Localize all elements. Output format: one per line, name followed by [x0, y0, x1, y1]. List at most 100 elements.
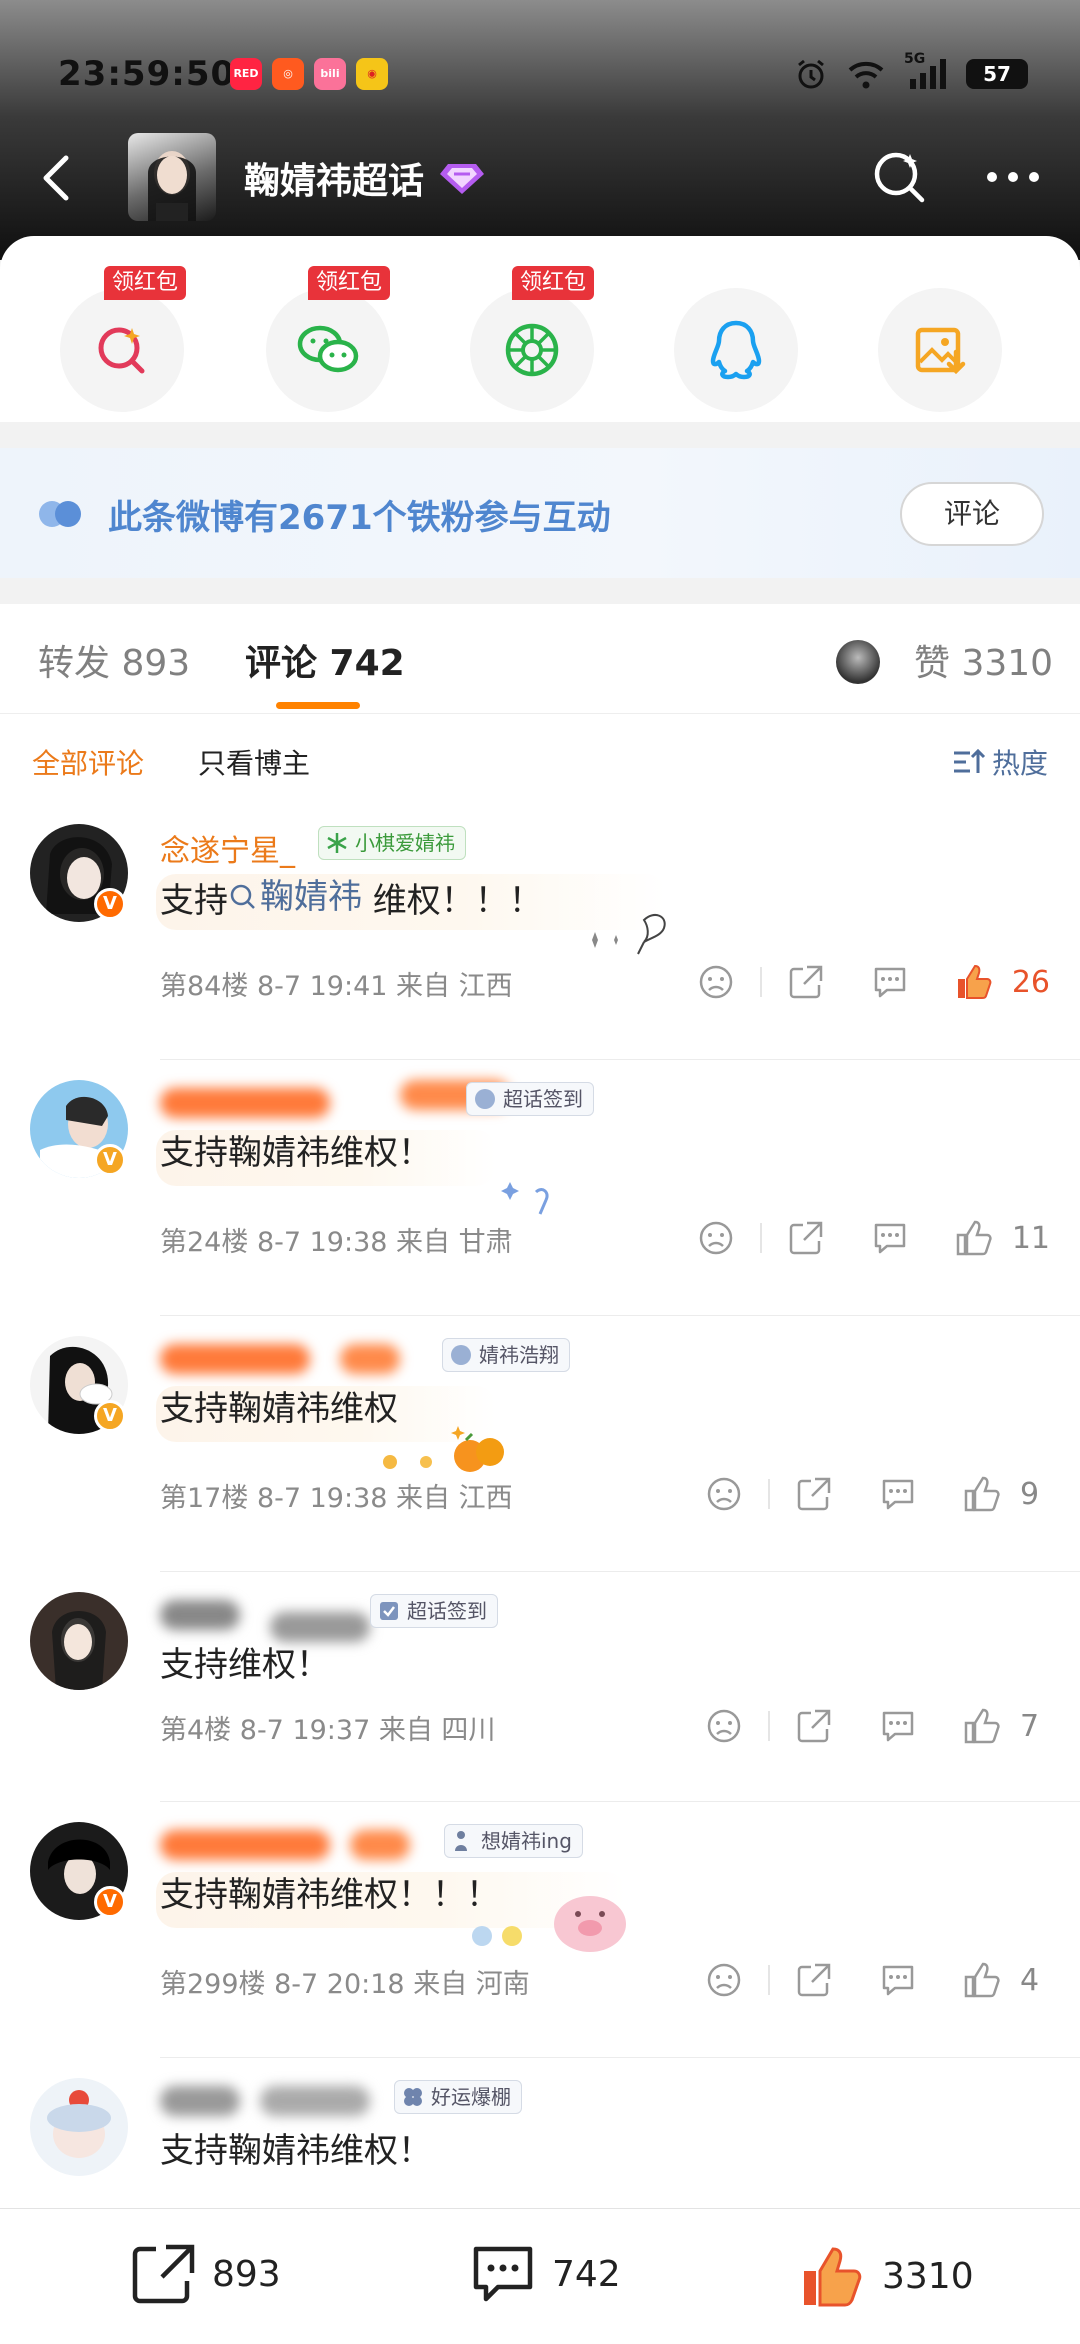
search-icon: [230, 884, 255, 909]
post-sheet: 领红包 领红包 领红包 此条微博有2671个铁粉参与互动 评论 转发 893 评…: [0, 236, 1080, 2344]
fan-icon: [39, 501, 81, 527]
sparkle-sticker: [501, 1182, 549, 1215]
like-button[interactable]: [958, 1470, 1006, 1518]
share-weibo-search[interactable]: [60, 288, 184, 412]
comment-button[interactable]: 评论: [900, 482, 1044, 546]
tab-comment[interactable]: 评论 742: [245, 634, 405, 686]
fan-tag[interactable]: 婧祎浩翔: [442, 1338, 570, 1372]
hongbao-badge: 领红包: [104, 266, 187, 300]
like-count: 11: [1011, 1220, 1050, 1256]
back-icon[interactable]: [30, 148, 90, 208]
comment-text: 支持鞠婧祎维权！: [160, 1133, 432, 1173]
fan-tag-label: 想婧祎ing: [481, 1829, 572, 1853]
search-icon[interactable]: [870, 148, 928, 206]
like-button[interactable]: [950, 958, 998, 1006]
comment-icon: [882, 1965, 914, 1996]
like-action[interactable]: 3310: [800, 2243, 974, 2309]
like-count: 3310: [882, 2255, 974, 2297]
topic-link-label: 鞠婧祎: [260, 877, 362, 917]
sort-hot[interactable]: 热度: [952, 742, 1048, 782]
fan-tag[interactable]: 想婧祎ing: [444, 1824, 583, 1858]
blurred-nickname: [350, 1830, 410, 1860]
thumb-up-icon: [804, 2247, 862, 2307]
dislike-button[interactable]: [700, 1702, 748, 1750]
comment-actions: 26: [692, 952, 1050, 1012]
hongbao-badge: 领红包: [512, 266, 595, 300]
comment-nickname[interactable]: 念遂宁星_: [160, 826, 295, 869]
reply-button[interactable]: [866, 1214, 914, 1262]
topic-avatar[interactable]: [128, 133, 216, 221]
blurred-nickname: [340, 1344, 400, 1374]
repost-button[interactable]: [782, 1214, 830, 1262]
dislike-button[interactable]: [692, 1214, 740, 1262]
comment-icon: [882, 1711, 914, 1742]
thumb-up-icon: [956, 1220, 992, 1256]
fan-banner-text: 此条微博有2671个铁粉参与互动: [108, 498, 611, 538]
weibo-search-share-icon: [98, 327, 145, 374]
nav-actions: [870, 148, 1042, 206]
repost-button[interactable]: [782, 958, 830, 1006]
verified-badge: V: [94, 1886, 126, 1918]
comment-item: 超话签到 支持维权！ 第4楼 8-7 19:37 来自 四川 7: [0, 1572, 1080, 1802]
reply-button[interactable]: [874, 1702, 922, 1750]
fan-tag[interactable]: 好运爆棚: [394, 2080, 522, 2114]
reply-button[interactable]: [874, 1956, 922, 2004]
comment-icon: [473, 2246, 533, 2302]
avatar[interactable]: [30, 1592, 128, 1690]
like-button[interactable]: [950, 1214, 998, 1262]
system-icons: 5G 57: [794, 51, 1028, 94]
filter-owner[interactable]: 只看博主: [198, 742, 310, 782]
comment-icon: [874, 1223, 906, 1254]
dislike-button[interactable]: [700, 1956, 748, 2004]
share-moments[interactable]: [470, 288, 594, 412]
avatar-icon: [475, 1089, 495, 1109]
tab-repost[interactable]: 转发 893: [38, 634, 190, 686]
checkin-icon: [380, 1602, 398, 1620]
dislike-button[interactable]: [700, 1470, 748, 1518]
separator: [0, 578, 1080, 604]
fan-tag[interactable]: 小棋爱婧祎: [318, 826, 466, 860]
like-button[interactable]: [958, 1702, 1006, 1750]
comment-text: 支持维权！: [160, 1645, 330, 1685]
nav-bar: 鞠婧祎超话: [0, 130, 1080, 230]
repost-button[interactable]: [790, 1470, 838, 1518]
fan-tag[interactable]: 超话签到: [370, 1594, 498, 1628]
save-image[interactable]: [878, 288, 1002, 412]
share-icon: [797, 1709, 831, 1743]
avatar[interactable]: [30, 2078, 128, 2176]
frown-icon: [699, 965, 733, 999]
repost-button[interactable]: [790, 1702, 838, 1750]
tab-like[interactable]: 赞 3310: [914, 634, 1053, 686]
reply-button[interactable]: [874, 1470, 922, 1518]
xiaohongshu-icon: RED: [230, 58, 262, 90]
comment-item: V 念遂宁星_ 小棋爱婧祎 支持 鞠婧祎 维权！！！ 第84楼 8-7 19:41…: [0, 804, 1080, 1060]
comment-action[interactable]: 742: [470, 2243, 621, 2305]
repost-button[interactable]: [790, 1956, 838, 2004]
repost-action[interactable]: 893: [130, 2243, 281, 2305]
fan-tag-label: 婧祎浩翔: [479, 1343, 559, 1367]
comment-meta: 第84楼 8-7 19:41 来自 江西: [160, 971, 513, 1002]
page-title: 鞠婧祎超话: [244, 161, 425, 202]
blurred-nickname: [160, 1088, 330, 1118]
filter-all[interactable]: 全部评论: [32, 742, 144, 782]
reply-button[interactable]: [866, 958, 914, 1006]
snowflake-icon: [327, 833, 347, 853]
topic-link[interactable]: 鞠婧祎: [228, 870, 362, 924]
comment-text: 支持 鞠婧祎 维权！！！: [160, 870, 583, 924]
dislike-button[interactable]: [692, 958, 740, 1006]
verified-badge: V: [94, 888, 126, 920]
person-icon: [455, 1831, 467, 1851]
fan-tag-label: 超话签到: [407, 1599, 487, 1623]
liker-avatar: [836, 640, 880, 684]
comment-item: V 想婧祎ing 支持鞠婧祎维权！！！ 第299楼 8-7 20:18 来自 河…: [0, 1802, 1080, 2058]
share-qq[interactable]: [674, 288, 798, 412]
more-icon[interactable]: [984, 167, 1042, 187]
avatar-icon: [451, 1345, 471, 1365]
fan-tag[interactable]: 超话签到: [466, 1082, 594, 1116]
comment-meta: 第299楼 8-7 20:18 来自 河南: [160, 1969, 530, 2000]
status-time: 23:59:50: [58, 54, 236, 94]
cell-signal-icon: 5G: [904, 51, 948, 91]
share-wechat[interactable]: [266, 288, 390, 412]
fan-tag-label: 小棋爱婧祎: [355, 831, 455, 855]
like-button[interactable]: [958, 1956, 1006, 2004]
